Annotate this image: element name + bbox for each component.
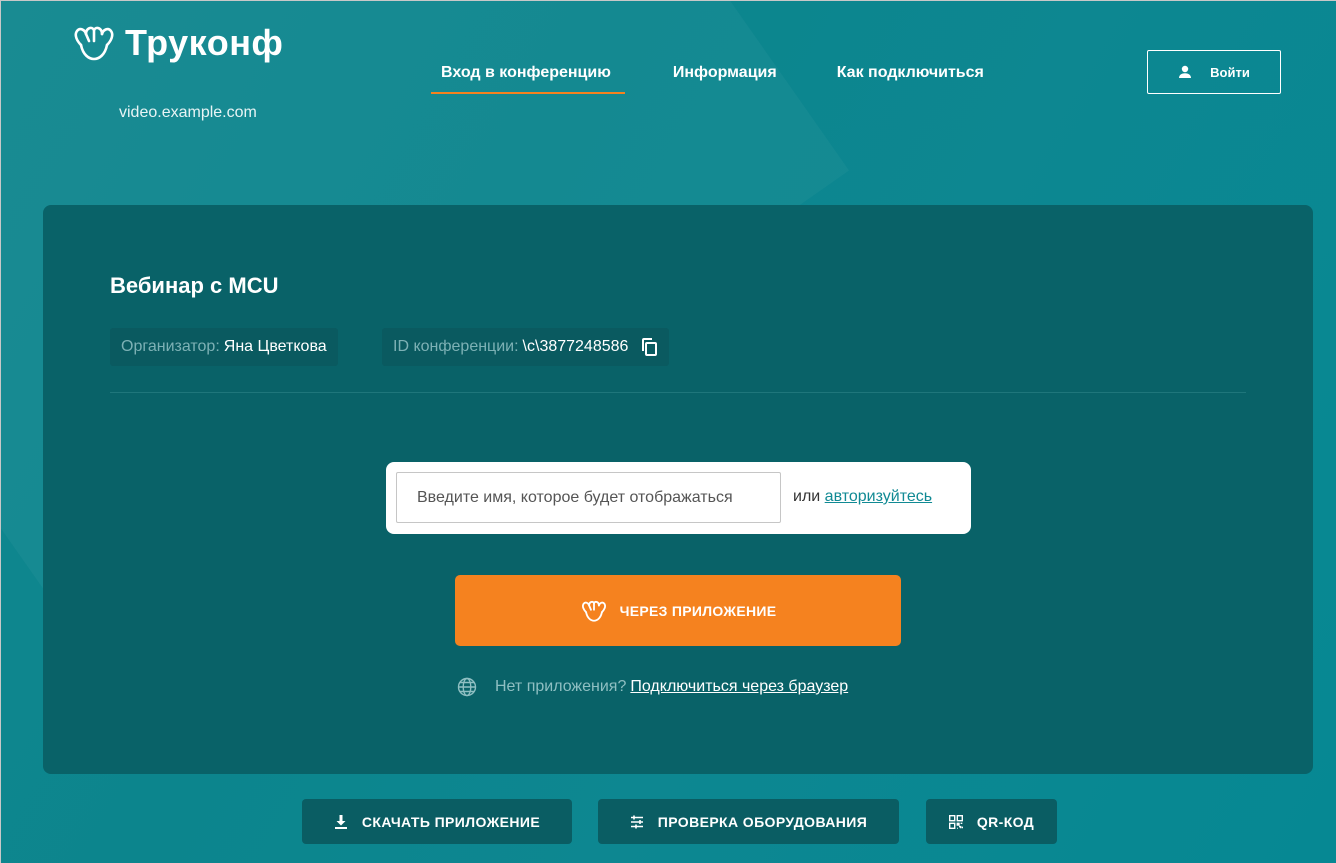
conference-id-value: \c\3877248586 <box>522 338 629 355</box>
qr-code-button[interactable]: QR-КОД <box>926 799 1057 844</box>
qr-code-icon <box>948 814 963 829</box>
qr-code-label: QR-КОД <box>976 813 1035 830</box>
download-app-button[interactable]: СКАЧАТЬ ПРИЛОЖЕНИЕ <box>302 799 572 844</box>
copy-icon[interactable] <box>640 337 658 357</box>
or-text: или <box>793 488 821 505</box>
display-name-input[interactable] <box>396 472 781 523</box>
globe-icon <box>457 677 477 697</box>
browser-join-line: Нет приложения? Подключиться через брауз… <box>457 677 848 697</box>
equipment-check-button[interactable]: ПРОВЕРКА ОБОРУДОВАНИЯ <box>598 799 899 844</box>
login-label: Войти <box>1210 64 1250 80</box>
server-domain: video.example.com <box>119 104 257 121</box>
conference-id-chip: ID конференции: \c\3877248586 <box>382 328 670 366</box>
name-entry-panel: или авторизуйтесь <box>386 462 971 534</box>
conference-title: Вебинар с MCU <box>110 273 279 298</box>
organizer-name: Яна Цветкова <box>223 338 327 355</box>
organizer-label: Организатор: <box>121 338 220 355</box>
user-icon <box>1179 65 1192 78</box>
app-window: Труконф video.example.com Вход в конфере… <box>0 0 1336 863</box>
login-button[interactable]: Войти <box>1147 50 1281 94</box>
download-icon <box>334 814 347 829</box>
nav-item-join[interactable]: Вход в конференцию <box>431 64 625 94</box>
nav-item-how-to-connect[interactable]: Как подключиться <box>837 64 984 94</box>
brand-name: Труконф <box>125 22 284 63</box>
join-via-app-button[interactable]: ЧЕРЕЗ ПРИЛОЖЕНИЕ <box>455 575 901 646</box>
equipment-check-label: ПРОВЕРКА ОБОРУДОВАНИЯ <box>657 813 868 830</box>
trueconf-app-icon <box>581 600 606 622</box>
join-via-app-label: ЧЕРЕЗ ПРИЛОЖЕНИЕ <box>619 602 777 619</box>
trueconf-logo-icon <box>74 26 114 61</box>
card-divider <box>110 392 1246 393</box>
organizer-chip: Организатор: Яна Цветкова <box>110 328 338 366</box>
brand-logo[interactable]: Труконф <box>71 23 283 63</box>
no-app-text: Нет приложения? <box>495 678 627 695</box>
download-app-label: СКАЧАТЬ ПРИЛОЖЕНИЕ <box>361 813 541 830</box>
conference-card: Вебинар с MCU Организатор: Яна Цветкова … <box>43 205 1313 774</box>
sliders-icon <box>630 815 643 828</box>
auth-prompt: или авторизуйтесь <box>793 488 932 506</box>
auth-link[interactable]: авторизуйтесь <box>825 488 932 505</box>
join-via-browser-link[interactable]: Подключиться через браузер <box>630 678 848 696</box>
conference-id-label: ID конференции: <box>393 338 519 355</box>
nav-item-info[interactable]: Информация <box>673 64 777 94</box>
main-nav: Вход в конференцию Информация Как подклю… <box>431 64 1044 94</box>
